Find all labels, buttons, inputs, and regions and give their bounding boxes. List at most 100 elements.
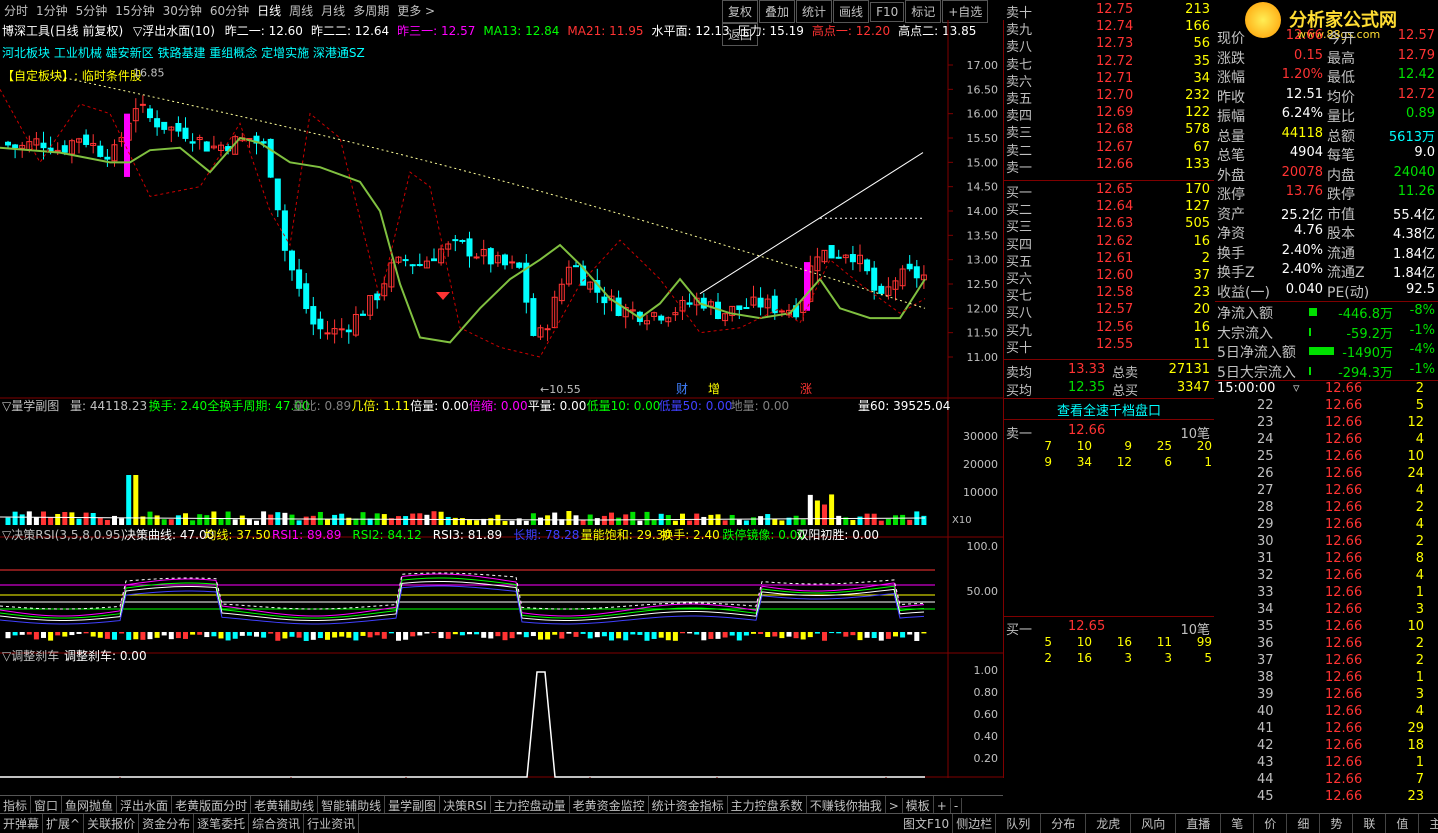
- rsi-bar: [140, 632, 146, 640]
- buy-row[interactable]: 买十 12.55 11: [1004, 337, 1214, 356]
- period-tab-1[interactable]: 1分钟: [32, 0, 72, 21]
- buy-row[interactable]: 买八 12.57 20: [1004, 302, 1214, 321]
- rsi-bar: [843, 632, 849, 637]
- right-tab-9[interactable]: 细: [1287, 814, 1321, 833]
- volume-bar: [467, 519, 472, 525]
- flow-pct: -1%: [1409, 322, 1435, 338]
- indicator-tab-17[interactable]: -: [951, 798, 963, 814]
- candle-body: [736, 305, 743, 310]
- status-tab-3[interactable]: 资金分布: [139, 814, 195, 833]
- right-tab-4[interactable]: 龙虎: [1086, 814, 1132, 833]
- right-tab-12[interactable]: 值: [1386, 814, 1420, 833]
- rsi-pane-label[interactable]: ▽决策RSI(3,5,8,0.95): [2, 528, 125, 542]
- tick-price: 12.66: [1325, 704, 1363, 719]
- sell-row[interactable]: 卖一 12.66 133: [1004, 157, 1214, 176]
- right-tab-2[interactable]: 队列: [996, 814, 1042, 833]
- status-tab-6[interactable]: 行业资讯: [304, 814, 360, 833]
- right-tab-6[interactable]: 直播: [1176, 814, 1222, 833]
- ma21-line: [0, 89, 926, 358]
- toolbar-button-4[interactable]: F10: [870, 2, 905, 22]
- right-tab-7[interactable]: 笔: [1221, 814, 1255, 833]
- sell-row[interactable]: 卖二 12.67 67: [1004, 140, 1214, 159]
- volume-bar: [175, 515, 181, 525]
- status-tab-2[interactable]: 关联报价: [84, 814, 140, 833]
- sell-name: 卖三: [1006, 126, 1033, 142]
- candle-body: [310, 306, 317, 325]
- buy-price: 12.61: [1096, 250, 1134, 266]
- flow-bar: [1309, 347, 1334, 355]
- buy-name: 买三: [1006, 220, 1033, 236]
- tick-time: 44: [1257, 772, 1274, 787]
- right-tab-13[interactable]: 主: [1419, 814, 1438, 833]
- status-tab-5[interactable]: 综合资讯: [249, 814, 305, 833]
- stat-value: 12.57: [1397, 28, 1435, 43]
- sell-row[interactable]: 卖九 12.74 166: [1004, 19, 1214, 38]
- status-tab-1[interactable]: 扩展^: [43, 814, 85, 833]
- sell-row[interactable]: 卖三 12.68 578: [1004, 122, 1214, 141]
- candle-body: [161, 121, 168, 130]
- rsi-bar: [743, 632, 749, 636]
- rsi-bar: [658, 632, 664, 638]
- indicator-tab-16[interactable]: +: [934, 798, 951, 814]
- rsi-bar: [346, 632, 352, 638]
- rsi-bar: [758, 632, 764, 634]
- right-tab-0[interactable]: 图文F10: [900, 814, 954, 833]
- rsi-bar: [836, 632, 842, 634]
- candle-body: [743, 307, 750, 310]
- rsi-bar: [317, 632, 323, 639]
- stat-value: 20078: [1281, 164, 1323, 180]
- period-tab-4[interactable]: 30分钟: [159, 0, 206, 21]
- chart-svg[interactable]: 17.00 16.50 16.00 15.50 15.00 14.50 14.00 13.50…: [0, 20, 1003, 778]
- sell-row[interactable]: 卖五 12.70 232: [1004, 88, 1214, 107]
- buy-row[interactable]: 买三 12.63 505: [1004, 216, 1214, 235]
- buy-row[interactable]: 买二 12.64 127: [1004, 199, 1214, 218]
- rsi-bar: [829, 632, 835, 634]
- cai-marker[interactable]: 财: [676, 382, 688, 396]
- period-tab-5[interactable]: 60分钟: [206, 0, 253, 21]
- filter-icon[interactable]: ▿: [1293, 381, 1300, 396]
- right-tab-8[interactable]: 价: [1254, 814, 1288, 833]
- sell-row[interactable]: 卖八 12.73 56: [1004, 36, 1214, 55]
- buy-row[interactable]: 买九 12.56 16: [1004, 320, 1214, 339]
- status-tab-0[interactable]: 开弹幕: [0, 814, 44, 833]
- sell-row[interactable]: 卖六 12.71 34: [1004, 71, 1214, 90]
- rsi-bar: [921, 632, 927, 634]
- candle-body: [466, 238, 473, 257]
- vol-item-7: 平量: 0.00: [528, 399, 587, 413]
- rsi-bar: [587, 632, 593, 639]
- right-tab-11[interactable]: 联: [1353, 814, 1387, 833]
- indicator-tab-14[interactable]: >: [886, 798, 903, 814]
- period-tab-7[interactable]: 周线: [285, 0, 317, 21]
- stat-value: 2.40%: [1281, 262, 1323, 277]
- right-tab-5[interactable]: 风向: [1131, 814, 1177, 833]
- sell-name: 卖六: [1006, 74, 1033, 90]
- qiandang-link[interactable]: 查看全速千档盘口: [1004, 400, 1214, 419]
- vol-pane-label[interactable]: ▽量学副图: [2, 398, 59, 413]
- period-tab-9[interactable]: 多周期: [349, 0, 393, 21]
- sell-row[interactable]: 卖七 12.72 35: [1004, 54, 1214, 73]
- tick-vol: 2: [1415, 653, 1424, 668]
- zhang-marker[interactable]: 涨: [800, 381, 812, 396]
- period-tab-0[interactable]: 分时: [0, 0, 32, 21]
- buy-row[interactable]: 买一 12.65 170: [1004, 182, 1214, 201]
- right-tab-1[interactable]: 侧边栏: [953, 814, 997, 833]
- tick-row: 27 12.66 4: [1215, 483, 1438, 500]
- sell-row[interactable]: 卖十 12.75 213: [1004, 2, 1214, 21]
- period-tab-3[interactable]: 15分钟: [111, 0, 158, 21]
- period-tab-10[interactable]: 更多 >: [393, 0, 439, 21]
- sell-row[interactable]: 卖四 12.69 122: [1004, 105, 1214, 124]
- buy-row[interactable]: 买五 12.61 2: [1004, 251, 1214, 270]
- right-tab-10[interactable]: 势: [1320, 814, 1354, 833]
- period-tab-6[interactable]: 日线: [253, 0, 285, 21]
- buy-row[interactable]: 买七 12.58 23: [1004, 285, 1214, 304]
- right-tab-3[interactable]: 分布: [1041, 814, 1087, 833]
- buy-row[interactable]: 买四 12.62 16: [1004, 234, 1214, 253]
- stat-label: 涨幅: [1217, 70, 1245, 86]
- period-tab-2[interactable]: 5分钟: [72, 0, 112, 21]
- buy-row[interactable]: 买六 12.60 37: [1004, 268, 1214, 287]
- zeng-marker[interactable]: 增: [708, 382, 720, 396]
- period-tab-8[interactable]: 月线: [317, 0, 349, 21]
- rsi-bar: [545, 632, 551, 640]
- brake-pane-label[interactable]: ▽调整刹车: [2, 648, 59, 663]
- status-tab-4[interactable]: 逐笔委托: [194, 814, 250, 833]
